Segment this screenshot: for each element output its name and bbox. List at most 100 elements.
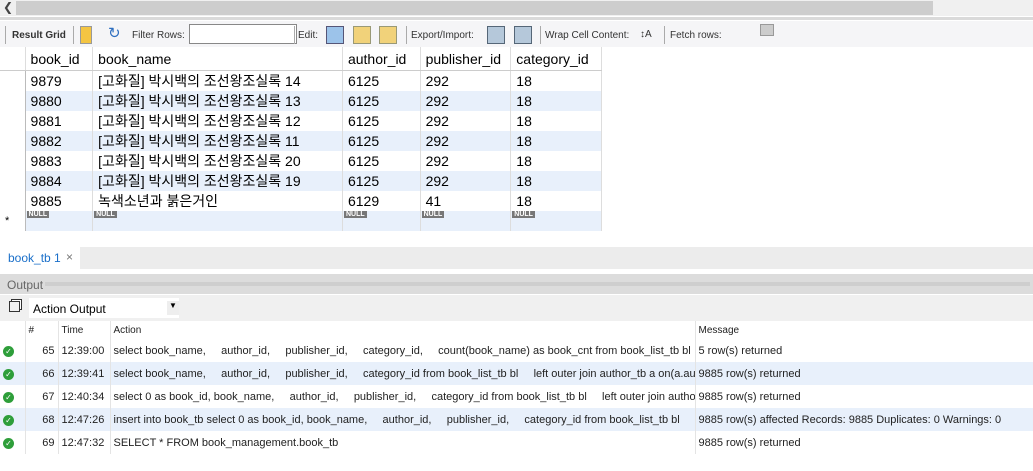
- cell[interactable]: [고화질] 박시백의 조선왕조실록 13: [92, 91, 343, 111]
- cell[interactable]: [고화질] 박시백의 조선왕조실록 14: [92, 70, 343, 91]
- row-header[interactable]: [0, 131, 26, 151]
- cell[interactable]: [고화질] 박시백의 조선왕조실록 19: [92, 171, 343, 191]
- cell[interactable]: 292: [420, 131, 512, 151]
- cell[interactable]: 6125: [342, 91, 421, 111]
- column-header[interactable]: author_id: [342, 47, 421, 71]
- table-row[interactable]: 9884 [고화질] 박시백의 조선왕조실록 19 6125 292 18: [0, 171, 602, 191]
- fetch-rows-icon[interactable]: [760, 24, 774, 36]
- column-header[interactable]: Action: [110, 321, 696, 339]
- cell[interactable]: 9880: [25, 91, 94, 111]
- time: 12:39:41: [58, 362, 111, 385]
- table-row[interactable]: 9882 [고화질] 박시백의 조선왕조실록 11 6125 292 18: [0, 131, 602, 151]
- row-header[interactable]: [0, 191, 26, 211]
- cell[interactable]: NULL: [342, 211, 421, 231]
- chevron-down-icon[interactable]: ▼: [167, 301, 179, 315]
- cell[interactable]: [고화질] 박시백의 조선왕조실록 20: [92, 151, 343, 171]
- close-icon[interactable]: ×: [66, 250, 73, 264]
- cell[interactable]: 41: [420, 191, 512, 211]
- row-header[interactable]: [0, 151, 26, 171]
- horizontal-scrollbar[interactable]: ❮: [0, 0, 1033, 16]
- message: 5 row(s) returned: [695, 339, 1033, 362]
- cell[interactable]: 9879: [25, 70, 94, 91]
- refresh-icon[interactable]: ↻: [108, 24, 124, 42]
- action: select book_name, author_id, publisher_i…: [110, 362, 696, 385]
- cell[interactable]: 18: [510, 151, 602, 171]
- action: insert into book_tb select 0 as book_id,…: [110, 408, 696, 431]
- cell[interactable]: 292: [420, 151, 512, 171]
- copy-icon[interactable]: [9, 301, 20, 312]
- cell[interactable]: 6129: [342, 191, 421, 211]
- cell[interactable]: 9885: [25, 191, 94, 211]
- action: SELECT * FROM book_management.book_tb: [110, 431, 696, 454]
- cell[interactable]: 녹색소년과 붉은거인: [92, 191, 343, 211]
- form-view-icon[interactable]: [80, 26, 92, 44]
- cell[interactable]: 18: [510, 171, 602, 191]
- time: 12:40:34: [58, 385, 111, 408]
- cell[interactable]: 6125: [342, 131, 421, 151]
- column-header[interactable]: book_name: [92, 47, 343, 71]
- table-row[interactable]: 9885 녹색소년과 붉은거인 6129 41 18: [0, 191, 602, 211]
- result-tabs: book_tb 1 ×: [0, 247, 1033, 269]
- cell[interactable]: 18: [510, 191, 602, 211]
- cell[interactable]: 6125: [342, 70, 421, 91]
- cell[interactable]: 9884: [25, 171, 94, 191]
- cell[interactable]: 18: [510, 91, 602, 111]
- new-row[interactable]: * NULL NULL NULL NULL NULL: [0, 211, 602, 231]
- filter-rows-input[interactable]: [189, 24, 297, 44]
- cell[interactable]: 292: [420, 70, 512, 91]
- column-header[interactable]: Time: [58, 321, 111, 339]
- table-row[interactable]: 9881 [고화질] 박시백의 조선왕조실록 12 6125 292 18: [0, 111, 602, 131]
- scrollbar-thumb[interactable]: [16, 1, 933, 15]
- column-header[interactable]: category_id: [510, 47, 602, 71]
- output-row[interactable]: ✓ 68 12:47:26 insert into book_tb select…: [0, 408, 1033, 431]
- delete-row-icon[interactable]: [379, 26, 397, 44]
- cell[interactable]: NULL: [92, 211, 343, 231]
- cell[interactable]: [고화질] 박시백의 조선왕조실록 12: [92, 111, 343, 131]
- cell[interactable]: 9881: [25, 111, 94, 131]
- cell[interactable]: NULL: [420, 211, 512, 231]
- output-row[interactable]: ✓ 67 12:40:34 select 0 as book_id, book_…: [0, 385, 1033, 408]
- column-header[interactable]: book_id: [25, 47, 94, 71]
- import-icon[interactable]: [514, 26, 532, 44]
- export-icon[interactable]: [487, 26, 505, 44]
- scroll-left-icon[interactable]: ❮: [3, 0, 13, 14]
- cell[interactable]: 9883: [25, 151, 94, 171]
- cell[interactable]: 292: [420, 111, 512, 131]
- cell[interactable]: NULL: [25, 211, 94, 231]
- fetch-rows-label: Fetch rows:: [670, 30, 722, 41]
- cell[interactable]: 6125: [342, 111, 421, 131]
- output-row[interactable]: ✓ 69 12:47:32 SELECT * FROM book_managem…: [0, 431, 1033, 454]
- cell[interactable]: 292: [420, 171, 512, 191]
- row-header[interactable]: [0, 171, 26, 191]
- cell[interactable]: 9882: [25, 131, 94, 151]
- tab-book-tb-1[interactable]: book_tb 1 ×: [0, 247, 80, 269]
- cell[interactable]: 292: [420, 91, 512, 111]
- output-row[interactable]: ✓ 66 12:39:41 select book_name, author_i…: [0, 362, 1033, 385]
- cell[interactable]: 18: [510, 70, 602, 91]
- splitter[interactable]: [0, 17, 1033, 20]
- cell[interactable]: NULL: [510, 211, 602, 231]
- result-toolbar: Result Grid ↻ Filter Rows: Edit: Export/…: [0, 21, 1033, 47]
- column-header[interactable]: publisher_id: [420, 47, 512, 71]
- column-header[interactable]: #: [25, 321, 59, 339]
- row-number: 67: [25, 385, 59, 408]
- row-header[interactable]: [0, 70, 26, 91]
- column-header[interactable]: Message: [695, 321, 1033, 339]
- table-row[interactable]: 9880 [고화질] 박시백의 조선왕조실록 13 6125 292 18: [0, 91, 602, 111]
- edit-pencil-icon[interactable]: [326, 26, 344, 44]
- row-header[interactable]: [0, 91, 26, 111]
- row-header[interactable]: [0, 111, 26, 131]
- table-row[interactable]: 9879 [고화질] 박시백의 조선왕조실록 14 6125 292 18: [0, 70, 602, 91]
- tab-label: book_tb 1: [8, 251, 61, 265]
- output-type-select[interactable]: Action Output ▼: [29, 298, 179, 318]
- add-row-icon[interactable]: [353, 26, 371, 44]
- cell[interactable]: [고화질] 박시백의 조선왕조실록 11: [92, 131, 343, 151]
- row-number: 66: [25, 362, 59, 385]
- cell[interactable]: 6125: [342, 171, 421, 191]
- table-row[interactable]: 9883 [고화질] 박시백의 조선왕조실록 20 6125 292 18: [0, 151, 602, 171]
- cell[interactable]: 6125: [342, 151, 421, 171]
- wrap-cell-icon[interactable]: ↕A: [640, 29, 656, 45]
- cell[interactable]: 18: [510, 131, 602, 151]
- output-row[interactable]: ✓ 65 12:39:00 select book_name, author_i…: [0, 339, 1033, 362]
- cell[interactable]: 18: [510, 111, 602, 131]
